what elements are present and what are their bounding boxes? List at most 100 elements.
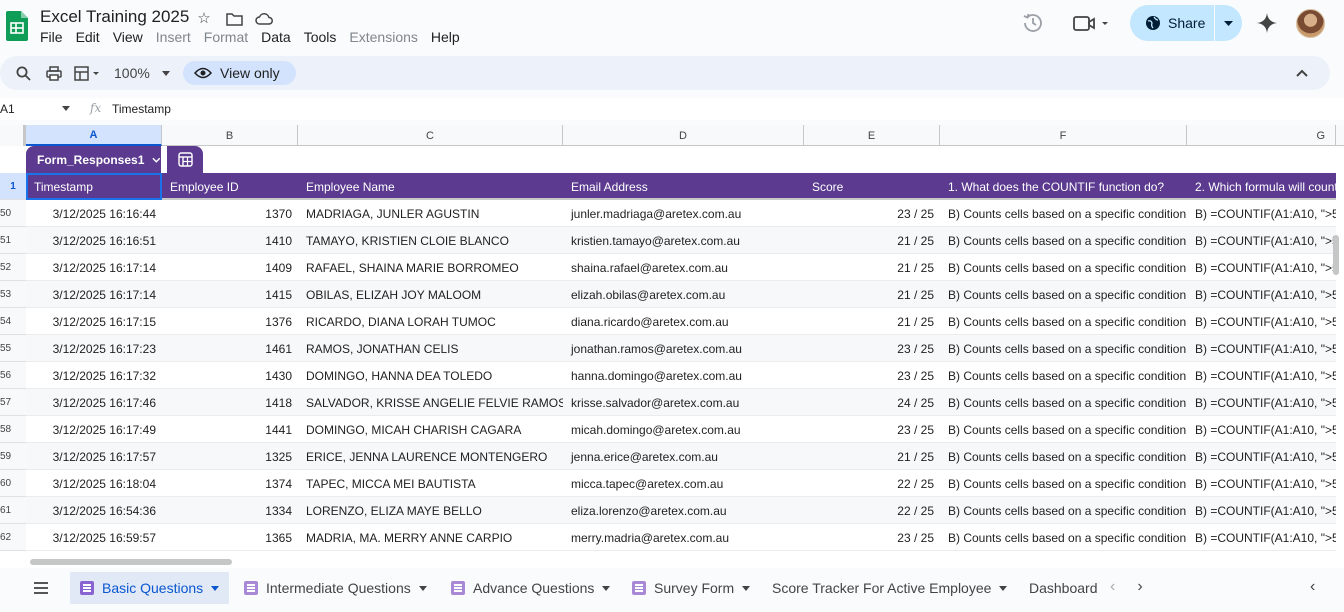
cell-employee-id[interactable]: 1370 [162,200,298,227]
view-only-chip[interactable]: View only [183,61,296,85]
cell-email[interactable]: micca.tapec@aretex.com.au [563,470,804,497]
cell-email[interactable]: eliza.lorenzo@aretex.com.au [563,497,804,524]
cell-timestamp[interactable]: 3/12/2025 16:17:15 [26,308,162,335]
cell-email[interactable]: kristien.tamayo@aretex.com.au [563,227,804,254]
cell-question-1[interactable]: B) Counts cells based on a specific cond… [940,254,1187,281]
menu-file[interactable]: File [40,28,69,45]
menu-edit[interactable]: Edit [76,28,106,45]
cell-question-2[interactable]: B) =COUNTIF(A1:A10, ">50 [1187,470,1336,497]
chevron-up-icon[interactable] [1295,66,1309,80]
cell-question-2[interactable]: B) =COUNTIF(A1:A10, ">50 [1187,335,1336,362]
cell-employee-name[interactable]: SALVADOR, KRISSE ANGELIE FELVIE RAMOS [298,389,563,416]
cell-question-1[interactable]: B) Counts cells based on a specific cond… [940,308,1187,335]
cell-question-1[interactable]: B) Counts cells based on a specific cond… [940,200,1187,227]
menu-tools[interactable]: Tools [304,28,343,45]
cell-employee-name[interactable]: ERICE, JENNA LAURENCE MONTENGERO [298,443,563,470]
version-history-icon[interactable] [1022,12,1044,34]
select-all-corner[interactable] [0,125,26,146]
cell-timestamp[interactable]: 3/12/2025 16:16:51 [26,227,162,254]
menu-insert[interactable]: Insert [156,28,197,45]
cell-email[interactable]: junler.madriaga@aretex.com.au [563,200,804,227]
cell-employee-name[interactable]: LORENZO, ELIZA MAYE BELLO [298,497,563,524]
cell-question-2[interactable]: B) =COUNTIF(A1:A10, ">50 [1187,416,1336,443]
cell-email[interactable]: hanna.domingo@aretex.com.au [563,362,804,389]
sheet-tab-dashboard[interactable]: Dashboard [1019,572,1099,604]
cell-email[interactable]: jonathan.ramos@aretex.com.au [563,335,804,362]
cell-employee-name[interactable]: RAMOS, JONATHAN CELIS [298,335,563,362]
cell-employee-name[interactable]: RAFAEL, SHAINA MARIE BORROMEO [298,254,563,281]
cell-employee-name[interactable]: DOMINGO, HANNA DEA TOLEDO [298,362,563,389]
cell-employee-id[interactable]: 1410 [162,227,298,254]
sheet-grid[interactable]: A B C D E F G Form_Responses1 1 Timestam… [0,125,1344,568]
header-question-2[interactable]: 2. Which formula will count [1187,173,1336,200]
cell-email[interactable]: krisse.salvador@aretex.com.au [563,389,804,416]
cell-question-2[interactable]: B) =COUNTIF(A1:A10, ">50 [1187,443,1336,470]
caret-down-icon[interactable] [62,106,70,111]
header-employee-name[interactable]: Employee Name [298,173,563,200]
table-name-tab[interactable]: Form_Responses1 [26,146,161,173]
cell-question-2[interactable]: B) =COUNTIF(A1:A10, ">50 [1187,281,1336,308]
header-timestamp[interactable]: Timestamp [26,173,162,200]
sheet-tab-score-tracker[interactable]: Score Tracker For Active Employee [762,572,1017,604]
cell-score[interactable]: 21 / 25 [804,308,940,335]
row-number-header[interactable]: 1 [0,173,26,200]
row-number[interactable]: 59 [0,443,26,470]
table-views-button[interactable] [167,146,203,173]
cell-score[interactable]: 22 / 25 [804,470,940,497]
cell-employee-name[interactable]: TAMAYO, KRISTIEN CLOIE BLANCO [298,227,563,254]
cell-score[interactable]: 23 / 25 [804,524,940,551]
share-button[interactable]: Share [1130,5,1242,41]
cell-timestamp[interactable]: 3/12/2025 16:17:49 [26,416,162,443]
header-employee-id[interactable]: Employee ID [162,173,298,200]
cell-score[interactable]: 21 / 25 [804,443,940,470]
cell-question-2[interactable]: B) =COUNTIF(A1:A10, ">50 [1187,308,1336,335]
cell-employee-id[interactable]: 1430 [162,362,298,389]
row-number[interactable]: 51 [0,227,26,254]
chevron-right-icon[interactable]: › [1137,578,1142,596]
sheet-tab-intermediate-questions[interactable]: Intermediate Questions [234,572,437,604]
cell-question-1[interactable]: B) Counts cells based on a specific cond… [940,443,1187,470]
cell-employee-id[interactable]: 1418 [162,389,298,416]
document-title[interactable]: Excel Training 2025 [40,7,189,27]
column-header-a[interactable]: A [26,125,162,146]
sheet-tab-survey-form[interactable]: Survey Form [622,572,760,604]
meet-video-icon[interactable] [1073,15,1113,33]
cell-question-1[interactable]: B) Counts cells based on a specific cond… [940,416,1187,443]
formula-input[interactable]: Timestamp [112,102,171,116]
column-header-f[interactable]: F [940,125,1187,146]
sheet-tab-advance-questions[interactable]: Advance Questions [441,572,620,604]
share-dropdown[interactable] [1215,5,1242,41]
row-number[interactable]: 54 [0,308,26,335]
paint-format-button[interactable] [74,56,102,90]
cloud-status-icon[interactable] [254,8,274,28]
zoom-select[interactable]: 100% [114,56,170,90]
cell-question-2[interactable]: B) =COUNTIF(A1:A10, ">50 [1187,254,1336,281]
cell-timestamp[interactable]: 3/12/2025 16:18:04 [26,470,162,497]
row-number[interactable]: 53 [0,281,26,308]
cell-score[interactable]: 21 / 25 [804,227,940,254]
cell-employee-id[interactable]: 1376 [162,308,298,335]
cell-question-1[interactable]: B) Counts cells based on a specific cond… [940,335,1187,362]
cell-timestamp[interactable]: 3/12/2025 16:17:23 [26,335,162,362]
cell-employee-id[interactable]: 1409 [162,254,298,281]
row-number[interactable]: 58 [0,416,26,443]
cell-employee-id[interactable]: 1374 [162,470,298,497]
cell-question-1[interactable]: B) Counts cells based on a specific cond… [940,227,1187,254]
column-header-e[interactable]: E [804,125,940,146]
header-score[interactable]: Score [804,173,940,200]
cell-question-2[interactable]: B) =COUNTIF(A1:A10, ">50 [1187,227,1336,254]
cell-question-1[interactable]: B) Counts cells based on a specific cond… [940,281,1187,308]
row-number[interactable]: 50 [0,200,26,227]
cell-email[interactable]: diana.ricardo@aretex.com.au [563,308,804,335]
column-header-d[interactable]: D [563,125,804,146]
search-menus-button[interactable] [16,56,31,90]
cell-employee-name[interactable]: MADRIAGA, JUNLER AGUSTIN [298,200,563,227]
row-number[interactable]: 60 [0,470,26,497]
menu-data[interactable]: Data [261,28,297,45]
row-number[interactable]: 62 [0,524,26,551]
column-header-g[interactable]: G [1187,125,1336,146]
cell-question-2[interactable]: B) =COUNTIF(A1:A10, ">50 [1187,389,1336,416]
cell-email[interactable]: micah.domingo@aretex.com.au [563,416,804,443]
cell-employee-id[interactable]: 1365 [162,524,298,551]
cell-question-1[interactable]: B) Counts cells based on a specific cond… [940,524,1187,551]
